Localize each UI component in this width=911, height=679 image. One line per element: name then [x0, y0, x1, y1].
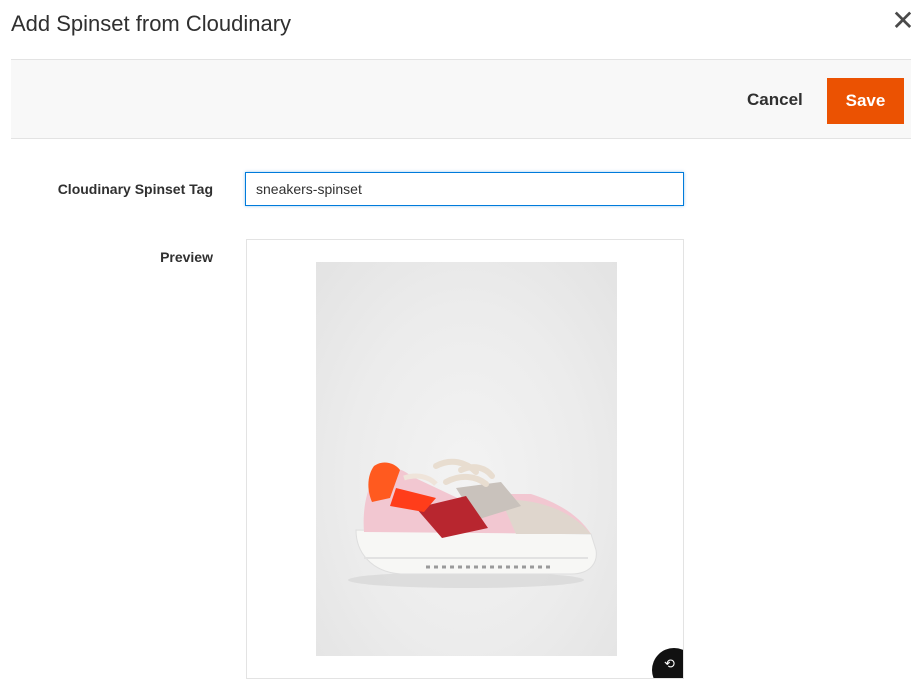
preview-container: ⟲	[246, 239, 684, 679]
cancel-button[interactable]: Cancel	[733, 79, 817, 121]
spinset-tag-label: Cloudinary Spinset Tag	[57, 181, 213, 197]
modal-toolbar: Cancel Save	[11, 59, 911, 139]
modal-title: Add Spinset from Cloudinary	[11, 11, 292, 36]
sneaker-image	[348, 458, 597, 588]
spinset-tag-input[interactable]	[245, 172, 684, 206]
360-rotate-icon[interactable]: ⟲	[652, 648, 683, 678]
preview-label: Preview	[160, 249, 213, 265]
spinset-preview-image[interactable]	[316, 262, 617, 656]
save-button[interactable]: Save	[827, 78, 904, 124]
close-icon[interactable]: ✕	[891, 7, 911, 35]
